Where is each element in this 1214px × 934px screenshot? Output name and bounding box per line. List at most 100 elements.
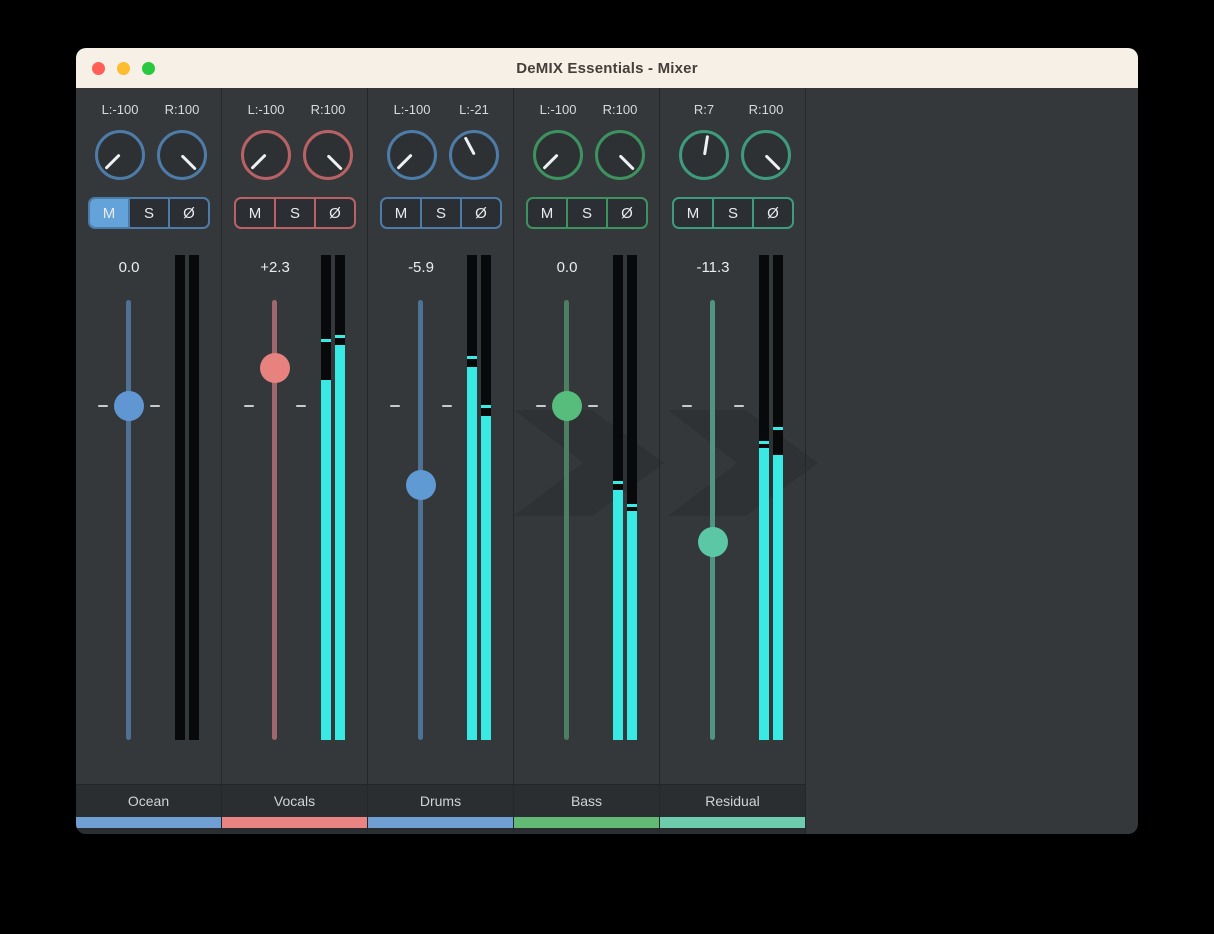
meter-bar-left: [613, 255, 623, 740]
knob-pointer: [235, 124, 297, 186]
phase-invert-button[interactable]: Ø: [460, 199, 500, 227]
solo-button[interactable]: S: [128, 199, 168, 227]
channel-color-bar: [660, 817, 805, 828]
meter-peak: [613, 481, 623, 484]
level-meter: [175, 255, 199, 740]
zoom-button[interactable]: [142, 62, 155, 75]
app-window: DeMIX Essentials - Mixer L:-100 R:100 M …: [76, 48, 1138, 834]
channel-color-bar: [222, 817, 367, 828]
pan-left-knob[interactable]: [533, 130, 583, 180]
fader-track[interactable]: [418, 300, 423, 740]
pan-left-label: R:7: [673, 102, 735, 117]
solo-button[interactable]: S: [420, 199, 460, 227]
channel-button-group: M S Ø: [234, 197, 356, 229]
titlebar[interactable]: DeMIX Essentials - Mixer: [76, 48, 1138, 88]
fader-value: 0.0: [527, 259, 607, 276]
level-meter: [759, 255, 783, 740]
pan-right-knob[interactable]: [741, 130, 791, 180]
meter-peak: [321, 339, 331, 342]
close-button[interactable]: [92, 62, 105, 75]
meter-bar-left: [467, 255, 477, 740]
fader-zero-tick: [536, 405, 546, 407]
pan-right-knob[interactable]: [449, 130, 499, 180]
fader-track[interactable]: [564, 300, 569, 740]
knob-pointer-line: [181, 154, 197, 170]
knob-pointer: [589, 124, 651, 186]
knob-pointer-line: [251, 154, 267, 170]
meter-fill: [321, 380, 331, 740]
channel-footer: Residual: [660, 784, 805, 834]
pan-right-knob[interactable]: [157, 130, 207, 180]
pan-right-label: R:100: [297, 102, 359, 117]
channel-color-bar: [76, 817, 221, 828]
mute-button[interactable]: M: [236, 199, 274, 227]
knob-pointer: [444, 125, 504, 185]
level-meter: [467, 255, 491, 740]
channel-name: Ocean: [76, 785, 221, 817]
channel-button-group: M S Ø: [88, 197, 210, 229]
fader-track[interactable]: [710, 300, 715, 740]
channel-name: Drums: [368, 785, 513, 817]
fader-value: 0.0: [89, 259, 169, 276]
phase-invert-button[interactable]: Ø: [752, 199, 792, 227]
phase-invert-button[interactable]: Ø: [314, 199, 354, 227]
meter-bar-left: [759, 255, 769, 740]
fader-zero-tick: [442, 405, 452, 407]
meter-peak: [335, 335, 345, 338]
pan-left-knob[interactable]: [679, 130, 729, 180]
pan-right-knob[interactable]: [595, 130, 645, 180]
fader-handle[interactable]: [114, 391, 144, 421]
pan-right-label: L:-21: [443, 102, 505, 117]
solo-button[interactable]: S: [274, 199, 314, 227]
pan-left-knob[interactable]: [387, 130, 437, 180]
meter-bar-right: [189, 255, 199, 740]
channel-name: Vocals: [222, 785, 367, 817]
knob-pointer-line: [765, 154, 781, 170]
meter-fill: [613, 490, 623, 740]
pan-left-knob[interactable]: [95, 130, 145, 180]
phase-invert-button[interactable]: Ø: [168, 199, 208, 227]
fader-track[interactable]: [126, 300, 131, 740]
fader-handle[interactable]: [698, 527, 728, 557]
solo-button[interactable]: S: [566, 199, 606, 227]
channel-strip: L:-100 R:100 M S Ø 0.0: [76, 88, 222, 834]
fader-handle[interactable]: [552, 391, 582, 421]
mute-button[interactable]: M: [528, 199, 566, 227]
meter-bar-right: [335, 255, 345, 740]
channel-footer: Bass: [514, 784, 659, 834]
meter-bar-right: [773, 255, 783, 740]
channel-button-group: M S Ø: [526, 197, 648, 229]
channel-strips: L:-100 R:100 M S Ø 0.0: [76, 88, 1138, 834]
fader-zero-tick: [734, 405, 744, 407]
meter-bar-right: [481, 255, 491, 740]
knob-pointer-line: [543, 154, 559, 170]
pan-right-label: R:100: [589, 102, 651, 117]
pan-left-knob[interactable]: [241, 130, 291, 180]
fader-zero-tick: [390, 405, 400, 407]
mute-button[interactable]: M: [90, 199, 128, 227]
minimize-button[interactable]: [117, 62, 130, 75]
solo-button[interactable]: S: [712, 199, 752, 227]
meter-fill: [759, 448, 769, 740]
knob-pointer-line: [105, 154, 121, 170]
knob-pointer-line: [619, 154, 635, 170]
knob-pointer-line: [463, 137, 475, 156]
window-title: DeMIX Essentials - Mixer: [516, 60, 698, 77]
fader-value: +2.3: [235, 259, 315, 276]
fader-handle[interactable]: [406, 470, 436, 500]
phase-invert-button[interactable]: Ø: [606, 199, 646, 227]
meter-peak: [759, 441, 769, 444]
pan-right-knob[interactable]: [303, 130, 353, 180]
pan-left-label: L:-100: [235, 102, 297, 117]
knob-pointer: [527, 124, 589, 186]
mute-button[interactable]: M: [674, 199, 712, 227]
fader-value: -5.9: [381, 259, 461, 276]
fader-handle[interactable]: [260, 353, 290, 383]
meter-peak: [627, 504, 637, 507]
channel-color-bar: [368, 817, 513, 828]
pan-left-label: L:-100: [527, 102, 589, 117]
mute-button[interactable]: M: [382, 199, 420, 227]
level-meter: [321, 255, 345, 740]
channel-strip: L:-100 L:-21 M S Ø -5.9: [368, 88, 514, 834]
knob-pointer: [735, 124, 797, 186]
